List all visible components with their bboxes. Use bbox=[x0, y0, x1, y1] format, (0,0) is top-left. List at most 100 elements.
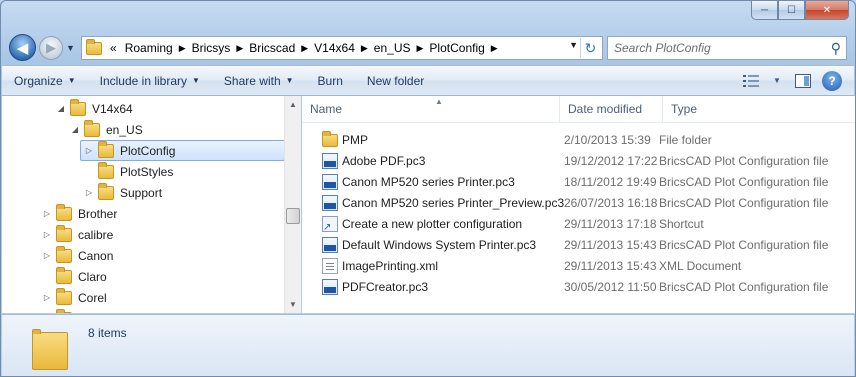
file-row[interactable]: PDFCreator.pc3 30/05/2012 11:50 BricsCAD P… bbox=[302, 276, 855, 297]
address-dropdown-icon[interactable]: ▼ bbox=[569, 40, 578, 50]
refresh-icon[interactable]: ↻ bbox=[580, 38, 600, 58]
tree-item-calibre[interactable]: ▷ calibre bbox=[42, 224, 113, 245]
address-bar[interactable]: « Roaming ▶ Bricsys ▶ Bricscad ▶ V14x64 … bbox=[81, 36, 603, 60]
preview-pane-button[interactable] bbox=[790, 70, 816, 92]
date-modified-cell: 19/12/2012 17:22 bbox=[564, 153, 658, 168]
file-name: Default Windows System Printer.pc3 bbox=[342, 237, 537, 252]
scroll-thumb[interactable] bbox=[286, 208, 300, 224]
file-list[interactable]: Name Date modified Type ▲ PMP 2/10/2013 1… bbox=[302, 96, 855, 313]
explorer-window: ─ ☐ ✕ ◀ ▶ ▼ « Roaming ▶ Bricsys ▶ Bricsc… bbox=[0, 0, 856, 377]
type-cell: File folder bbox=[659, 132, 712, 147]
breadcrumb-separator-icon[interactable]: ▶ bbox=[299, 43, 310, 54]
view-options-dropdown[interactable]: ▼ bbox=[764, 70, 790, 92]
chevron-down-icon: ▼ bbox=[192, 76, 200, 85]
date-modified-cell: 18/11/2012 19:49 bbox=[564, 174, 657, 189]
tree-item-canon[interactable]: ▷ Canon bbox=[42, 245, 113, 266]
column-header-type[interactable]: Type bbox=[663, 96, 853, 122]
breadcrumb-overflow[interactable]: « bbox=[106, 41, 121, 55]
tree-item-plotstyles[interactable]: PlotStyles bbox=[84, 161, 173, 182]
tree-item-creative[interactable]: ▷Creative bbox=[42, 308, 123, 313]
breadcrumb-separator-icon[interactable]: ▶ bbox=[234, 43, 245, 54]
file-row[interactable]: Canon MP520 series Printer_Preview.pc3 26… bbox=[302, 192, 855, 213]
search-input[interactable]: Search PlotConfig ⚲ bbox=[607, 36, 847, 60]
expand-arrow-icon[interactable]: ▷ bbox=[42, 251, 52, 260]
xml-file-icon bbox=[322, 257, 338, 274]
file-row[interactable]: Adobe PDF.pc3 19/12/2012 17:22 BricsCAD Pl… bbox=[302, 150, 855, 171]
file-row[interactable]: Create a new plotter configuration 29/11/… bbox=[302, 213, 855, 234]
file-row[interactable]: Default Windows System Printer.pc3 29/11/… bbox=[302, 234, 855, 255]
tree-item-en-us[interactable]: ◢ en_US bbox=[70, 119, 143, 140]
tree-item-brother[interactable]: ▷ Brother bbox=[42, 203, 117, 224]
navigation-pane[interactable]: ◢ V14x64 ◢ en_US ▷ PlotConfig PlotStyles ▷ Suppo… bbox=[2, 96, 301, 313]
folder-icon bbox=[56, 224, 72, 242]
search-icon[interactable]: ⚲ bbox=[831, 40, 841, 57]
maximize-button[interactable]: ☐ bbox=[778, 1, 805, 20]
column-header-row: Name Date modified Type ▲ bbox=[302, 96, 855, 123]
column-header-name[interactable]: Name bbox=[302, 96, 560, 122]
close-button[interactable]: ✕ bbox=[805, 1, 849, 20]
breadcrumb-separator-icon[interactable]: ▶ bbox=[415, 43, 426, 54]
navigation-scrollbar[interactable]: ▲ ▼ bbox=[284, 96, 301, 313]
expand-arrow-icon[interactable]: ▷ bbox=[84, 188, 94, 197]
change-view-button[interactable] bbox=[738, 70, 764, 92]
folder-icon bbox=[98, 140, 114, 158]
expand-arrow-icon[interactable]: ▷ bbox=[42, 293, 52, 302]
file-row[interactable]: PMP 2/10/2013 15:39 File folder bbox=[302, 129, 855, 150]
expanded-arrow-icon[interactable]: ◢ bbox=[56, 104, 66, 113]
recent-pages-dropdown-icon[interactable]: ▼ bbox=[66, 43, 75, 53]
expanded-arrow-icon[interactable]: ◢ bbox=[70, 125, 80, 134]
minimize-button[interactable]: ─ bbox=[751, 1, 778, 20]
breadcrumb-roaming[interactable]: Roaming bbox=[121, 41, 177, 55]
include-in-library-button[interactable]: Include in library ▼ bbox=[88, 66, 212, 95]
help-button[interactable]: ? bbox=[822, 70, 842, 91]
column-header-date-modified[interactable]: Date modified bbox=[560, 96, 663, 122]
burn-button[interactable]: Burn bbox=[306, 66, 355, 95]
file-name-cell: PDFCreator.pc3 bbox=[302, 278, 550, 295]
forward-button[interactable]: ▶ bbox=[39, 36, 63, 60]
file-name: Canon MP520 series Printer.pc3 bbox=[342, 174, 515, 189]
file-row[interactable]: ImagePrinting.xml 29/11/2013 15:43 XML Doc… bbox=[302, 255, 855, 276]
breadcrumb-bricscad[interactable]: Bricscad bbox=[245, 41, 299, 55]
folder-icon bbox=[56, 287, 72, 305]
item-count: 8 items bbox=[88, 326, 127, 340]
share-with-button[interactable]: Share with ▼ bbox=[212, 66, 306, 95]
tree-item-label: Corel bbox=[78, 290, 107, 305]
tree-item-v14x64[interactable]: ◢ V14x64 bbox=[56, 98, 133, 119]
date-modified-cell: 26/07/2013 16:18 bbox=[564, 195, 658, 210]
tree-item-claro[interactable]: Claro bbox=[42, 266, 107, 287]
type-cell: XML Document bbox=[659, 258, 742, 273]
organize-button[interactable]: Organize ▼ bbox=[2, 66, 88, 95]
back-button[interactable]: ◀ bbox=[9, 34, 36, 61]
expand-arrow-icon[interactable]: ▷ bbox=[42, 209, 52, 218]
include-in-library-label: Include in library bbox=[99, 73, 187, 88]
scroll-down-icon[interactable]: ▼ bbox=[285, 296, 301, 313]
breadcrumb-en-us[interactable]: en_US bbox=[370, 41, 415, 55]
tree-item-label: Claro bbox=[78, 269, 107, 284]
breadcrumb-separator-icon[interactable]: ▶ bbox=[359, 43, 370, 54]
file-row[interactable]: Canon MP520 series Printer.pc3 18/11/2012… bbox=[302, 171, 855, 192]
chevron-down-icon: ▼ bbox=[285, 76, 294, 85]
tree-item-plotconfig[interactable]: ▷ PlotConfig bbox=[80, 140, 285, 161]
search-placeholder: Search PlotConfig bbox=[614, 41, 711, 55]
tree-item-support[interactable]: ▷ Support bbox=[84, 182, 162, 203]
breadcrumb-bricsys[interactable]: Bricsys bbox=[188, 41, 235, 55]
new-folder-button[interactable]: New folder bbox=[355, 66, 436, 95]
breadcrumb-plotconfig[interactable]: PlotConfig bbox=[425, 41, 488, 55]
expand-arrow-icon[interactable]: ▷ bbox=[84, 146, 94, 155]
file-name: PMP bbox=[342, 132, 369, 147]
folder-icon bbox=[56, 266, 72, 284]
expand-arrow-icon[interactable]: ▷ bbox=[42, 230, 52, 239]
breadcrumb-v14x64[interactable]: V14x64 bbox=[310, 41, 359, 55]
tree-item-label: V14x64 bbox=[92, 101, 133, 116]
file-name-cell: Adobe PDF.pc3 bbox=[302, 152, 550, 169]
folder-icon bbox=[56, 245, 72, 263]
pc3-file-icon bbox=[322, 236, 338, 253]
details-pane: 8 items bbox=[2, 314, 854, 376]
tree-item-corel[interactable]: ▷ Corel bbox=[42, 287, 107, 308]
breadcrumb-separator-icon[interactable]: ▶ bbox=[489, 43, 500, 54]
folder-icon bbox=[322, 131, 338, 147]
scroll-up-icon[interactable]: ▲ bbox=[285, 96, 301, 113]
breadcrumb-separator-icon[interactable]: ▶ bbox=[177, 43, 188, 54]
file-name: Create a new plotter configuration bbox=[342, 216, 523, 231]
file-name-cell: Canon MP520 series Printer.pc3 bbox=[302, 173, 550, 190]
